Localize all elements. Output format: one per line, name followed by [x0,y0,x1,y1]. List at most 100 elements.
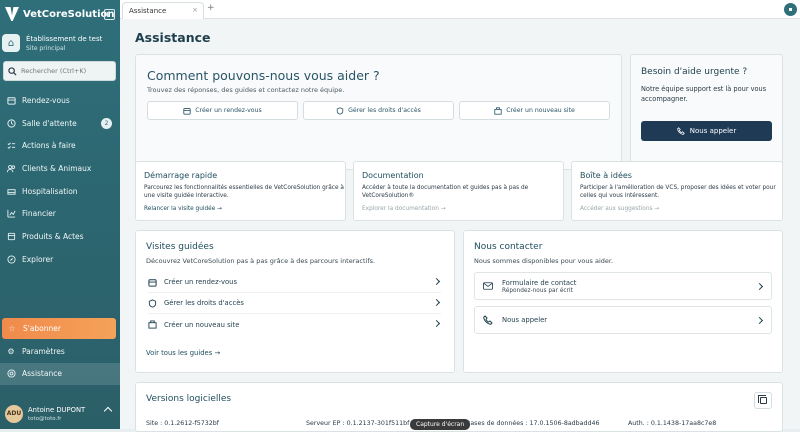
calendar-icon [6,95,16,105]
app-name: VetCoreSolution [23,8,115,20]
building-icon: ⌂ [2,34,20,52]
guide-item[interactable]: Créer un rendez-vous [148,272,441,293]
box-icon [6,231,16,241]
explore-docs-link[interactable]: Explorer la documentation → [362,206,446,212]
arrow-right-icon: → [654,206,660,212]
close-icon[interactable]: × [192,6,198,14]
sidebar-item-parametres[interactable]: ⚙ Paramètres [0,340,120,363]
checklist-icon [6,141,16,151]
sidebar-item-financier[interactable]: Financier [0,202,120,225]
documentation-card[interactable]: Documentation Accéder à toute la documen… [353,161,564,221]
contact-label: Nous appeler [502,316,548,324]
user-email: toto@toto.fr [28,415,62,422]
sidebar-item-hospitalisation[interactable]: Hospitalisation [0,180,120,203]
contact-card: Nous contacter Nous sommes disponibles p… [463,230,783,373]
version-database: Bases de données : 17.0.1506-8adbadd46 [466,420,600,427]
sidebar-item-explorer[interactable]: Explorer [0,248,120,271]
star-icon: ☆ [8,324,16,333]
shield-icon [148,298,157,308]
sidebar-item-label: Salle d'attente [22,118,77,128]
manage-access-button[interactable]: Gérer les droits d'accès [303,101,454,120]
create-appointment-button[interactable]: Créer un rendez-vous [147,101,298,120]
hospital-icon [6,186,16,196]
guide-label: Créer un rendez-vous [164,278,237,286]
sidebar-item-assistance[interactable]: Assistance [0,362,120,385]
hero-title: Comment pouvons-nous vous aider ? [147,68,380,83]
guided-tours-card: Visites guidées Découvrez VetCoreSolutio… [135,230,455,373]
section-subtitle: Nous sommes disponibles pour vous aider. [474,257,614,265]
section-subtitle: Découvrez VetCoreSolution pas à pas grâc… [146,257,376,265]
screenshot-tooltip: Capture d'écran [410,419,471,430]
arrow-right-icon: → [214,349,221,357]
compass-icon [6,254,16,264]
sidebar-item-actions[interactable]: Actions à faire [0,134,120,157]
calendar-icon [148,278,157,287]
search-box[interactable] [3,61,116,81]
chevron-right-icon [432,319,441,328]
mail-icon [483,282,493,290]
sidebar-item-clients[interactable]: Clients & Animaux [0,157,120,180]
tab-assistance[interactable]: Assistance × [122,2,204,19]
quick-start-card[interactable]: Démarrage rapide Parcourez les fonctionn… [135,161,346,221]
button-label: Créer un rendez-vous [195,107,262,114]
ideas-box-card[interactable]: Boîte à idées Participer à l'amélioratio… [571,161,783,221]
guide-label: Gérer les droits d'accès [164,299,244,307]
collapse-sidebar-icon[interactable] [104,9,115,20]
building-icon [148,320,157,329]
version-auth: Auth. : 0.1.1438-17aa8c7e8 [628,420,717,427]
main-content: Assistance Comment pouvons-nous vous aid… [120,19,800,432]
all-guides-link[interactable]: Voir tous les guides → [146,349,220,357]
restart-tour-link[interactable]: Relancer la visite guidée → [144,206,222,212]
button-label: Gérer les droits d'accès [348,107,421,114]
app: VetCoreSolution ⌂ Établissement de test … [0,0,800,432]
subscribe-button[interactable]: ☆ S'abonner [2,318,116,339]
arrow-right-icon: → [217,206,222,212]
contact-label: Formulaire de contact [502,278,577,287]
card-title: Démarrage rapide [144,171,218,180]
search-input[interactable] [21,67,111,75]
card-title: Boîte à idées [580,171,632,180]
clock-icon [6,118,16,128]
contact-sub: Répondez-nous par écrit [502,287,573,294]
guide-item[interactable]: Créer un nouveau site [148,314,441,335]
guide-item[interactable]: Gérer les droits d'accès [148,293,441,314]
page-title: Assistance [135,30,211,45]
add-tab-button[interactable]: + [207,3,215,13]
sidebar-item-label: Assistance [22,369,62,379]
sidebar-item-label: Clients & Animaux [22,163,92,173]
sidebar-item-salle-attente[interactable]: Salle d'attente 2 [0,112,120,135]
card-description: Participer à l'amélioration de VCS, prop… [580,185,776,199]
card-description: Parcourez les fonctionnalités essentiell… [144,185,344,199]
building-icon [494,106,502,115]
arrow-right-icon: → [440,206,446,212]
contact-form-row[interactable]: Formulaire de contact Répondez-nous par … [474,272,772,300]
establishment-type: Site principal [26,44,66,52]
version-server: Serveur EP : 0.1.2137-301f511bf [306,420,410,427]
copy-button[interactable] [754,392,772,409]
chart-icon [6,209,16,219]
sidebar-item-label: Actions à faire [22,141,76,151]
chevron-right-icon [432,277,441,286]
button-label: Nous appeler [689,127,737,135]
sidebar-item-label: Rendez-vous [22,95,70,105]
calendar-icon [183,107,191,115]
call-us-button[interactable]: Nous appeler [641,121,772,141]
help-hero: Comment pouvons-nous vous aider ? Trouve… [135,54,622,170]
shield-icon [336,106,344,115]
sidebar-item-rendez-vous[interactable]: Rendez-vous [0,89,120,112]
window-icon[interactable]: ▪ [784,3,797,16]
tab-bar: Assistance × + ▪ [120,0,800,19]
call-row[interactable]: Nous appeler [474,306,772,334]
urgent-help-card: Besoin d'aide urgente ? Notre équipe sup… [630,54,783,170]
phone-icon [676,127,685,135]
create-site-button[interactable]: Créer un nouveau site [459,101,610,120]
chevron-up-icon[interactable] [103,406,113,416]
tab-label: Assistance [129,7,167,15]
establishment-selector[interactable]: ⌂ Établissement de test Site principal [2,34,102,52]
sidebar-item-produits[interactable]: Produits & Actes [0,225,120,248]
sidebar-item-label: Paramètres [22,346,65,356]
chevron-right-icon [432,298,441,307]
user-menu[interactable]: ADU Antoine DUPONT toto@toto.fr [0,398,120,429]
logo[interactable]: VetCoreSolution [5,7,115,21]
suggestions-link[interactable]: Accéder aux suggestions → [580,206,659,212]
